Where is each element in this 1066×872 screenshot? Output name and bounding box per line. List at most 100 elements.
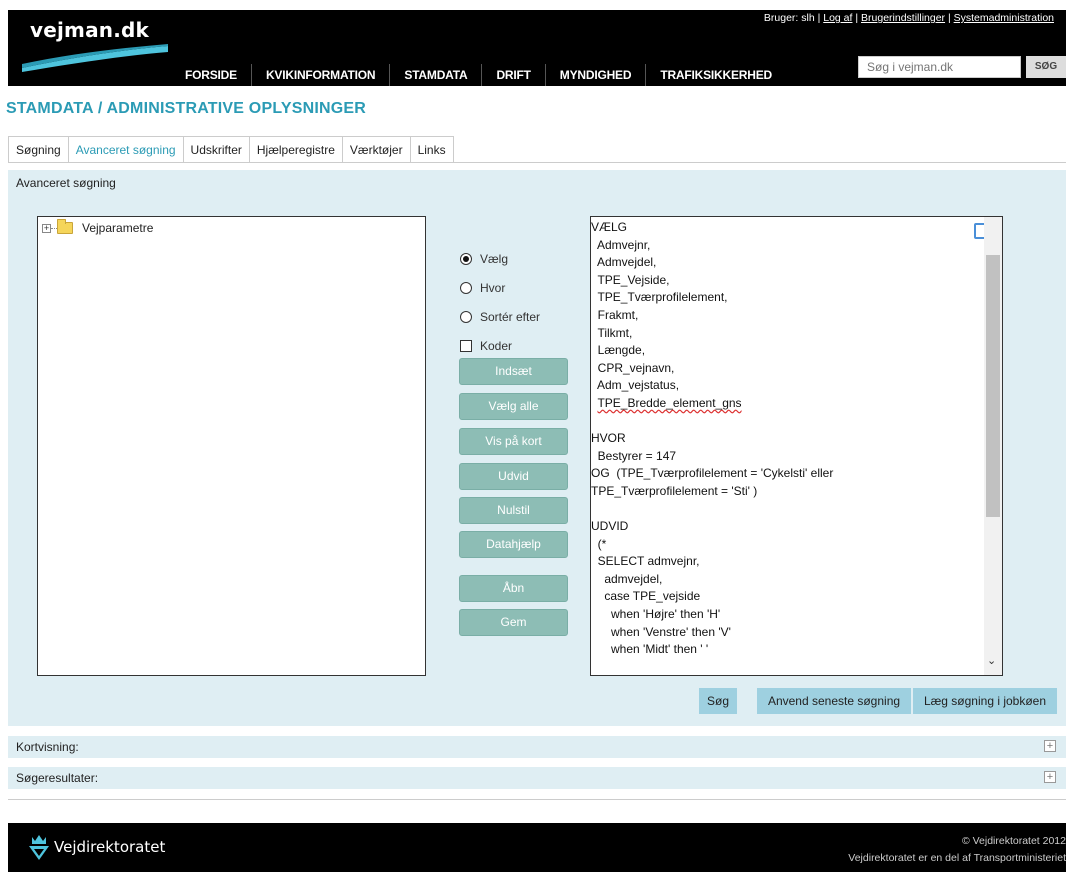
- query-line: OG (TPE_Tværprofilelement = 'Cykelsti' e…: [591, 466, 834, 481]
- tab-avanceret-sogning[interactable]: Avanceret søgning: [67, 136, 183, 163]
- parameter-tree[interactable]: + Vejparametre: [37, 216, 426, 676]
- chevron-down-icon[interactable]: ⌄: [987, 654, 996, 667]
- query-line: SELECT admvejnr,: [591, 554, 700, 569]
- vejdirektoratet-logo[interactable]: Vejdirektoratet: [28, 833, 165, 861]
- tab-bar: Søgning Avanceret søgning Udskrifter Hjæ…: [8, 136, 454, 163]
- query-line: Admvejnr,: [591, 237, 651, 252]
- query-mode-options: Vælg Hvor Sortér efter Koder: [460, 244, 540, 360]
- panel-title: Avanceret søgning: [16, 176, 116, 190]
- anvend-seneste-button[interactable]: Anvend seneste søgning: [757, 688, 911, 714]
- tabs-divider: [8, 162, 1066, 163]
- query-line: Frakmt,: [591, 307, 639, 322]
- query-line: Admvejdel,: [591, 255, 657, 270]
- tab-sogning[interactable]: Søgning: [8, 136, 68, 163]
- query-line: Tilkmt,: [591, 325, 633, 340]
- radio-sorter-efter[interactable]: Sortér efter: [460, 302, 540, 331]
- radio-icon[interactable]: [460, 281, 472, 294]
- nav-stamdata[interactable]: STAMDATA: [389, 64, 481, 86]
- logo-swoosh-icon: [22, 44, 168, 72]
- gem-button[interactable]: Gem: [459, 609, 568, 636]
- expand-plus-icon[interactable]: +: [42, 223, 51, 233]
- tab-vaerktojer[interactable]: Værktøjer: [341, 136, 410, 163]
- section-sogeresultater[interactable]: Søgeresultater: +: [8, 767, 1066, 789]
- jobkoe-button[interactable]: Læg søgning i jobkøen: [913, 688, 1057, 714]
- radio-hvor[interactable]: Hvor: [460, 273, 540, 302]
- query-line: TPE_Tværprofilelement = 'Sti' ): [591, 483, 758, 498]
- query-line: [591, 413, 981, 431]
- radio-vaelg[interactable]: Vælg: [460, 244, 540, 273]
- radio-icon[interactable]: [460, 310, 472, 323]
- query-line: when 'Højre' then 'H': [591, 607, 721, 622]
- query-line: case TPE_vejside: [591, 589, 701, 604]
- checkbox-icon[interactable]: [460, 339, 472, 352]
- section-kortvisning[interactable]: Kortvisning: +: [8, 736, 1066, 758]
- query-line: TPE_Vejside,: [591, 272, 670, 287]
- tab-links[interactable]: Links: [409, 136, 454, 163]
- expand-plus-icon[interactable]: +: [1044, 771, 1056, 783]
- tab-hjaelperegistre[interactable]: Hjælperegistre: [248, 136, 342, 163]
- user-settings-link[interactable]: Brugerindstillinger: [861, 12, 945, 24]
- query-line: when 'Venstre' then 'V': [591, 624, 731, 639]
- vaelg-alle-button[interactable]: Vælg alle: [459, 393, 568, 420]
- vis-paa-kort-button[interactable]: Vis på kort: [459, 428, 568, 455]
- page-title: STAMDATA / ADMINISTRATIVE OPLYSNINGER: [6, 100, 367, 117]
- query-line: TPE_Bredde_element_gns: [597, 395, 742, 410]
- footer-copyright: © Vejdirektoratet 2012: [961, 835, 1066, 847]
- radio-hvor-label: Hvor: [480, 280, 506, 295]
- nav-forside[interactable]: FORSIDE: [171, 64, 251, 86]
- sog-button[interactable]: Søg: [699, 688, 737, 714]
- query-line: admvejdel,: [591, 571, 663, 586]
- query-line: Adm_vejstatus,: [591, 378, 680, 393]
- folder-icon: [57, 219, 73, 234]
- checkbox-koder[interactable]: Koder: [460, 331, 540, 360]
- query-scrollbar[interactable]: ⌄: [984, 217, 1002, 675]
- query-line: UDVID: [591, 519, 629, 534]
- vejman-logo[interactable]: vejman.dk: [30, 18, 149, 42]
- tab-udskrifter[interactable]: Udskrifter: [182, 136, 249, 163]
- query-line: CPR_vejnavn,: [591, 360, 675, 375]
- expand-plus-icon[interactable]: +: [1044, 740, 1056, 752]
- tree-node-label: Vejparametre: [82, 221, 154, 235]
- nav-myndighed[interactable]: MYNDIGHED: [544, 64, 646, 86]
- radio-sorter-label: Sortér efter: [480, 309, 541, 324]
- query-editor[interactable]: VÆLG Admvejnr, Admvejdel, TPE_Vejside, T…: [590, 216, 1003, 676]
- query-text[interactable]: VÆLG Admvejnr, Admvejdel, TPE_Vejside, T…: [591, 219, 981, 659]
- nav-kvikinformation[interactable]: KVIKINFORMATION: [250, 64, 389, 86]
- crown-shield-icon: [29, 835, 49, 860]
- main-nav: FORSIDE KVIKINFORMATION STAMDATA DRIFT M…: [171, 64, 786, 86]
- header: vejman.dk Bruger: slh | Log af | Brugeri…: [8, 10, 1066, 86]
- section-kortvisning-label: Kortvisning:: [16, 740, 79, 754]
- user-label: Bruger: slh |: [763, 12, 821, 24]
- checkbox-koder-label: Koder: [480, 338, 513, 353]
- udvid-button[interactable]: Udvid: [459, 463, 568, 490]
- divider: [8, 799, 1066, 800]
- section-sogeresultater-label: Søgeresultater:: [16, 771, 99, 785]
- nulstil-button[interactable]: Nulstil: [459, 497, 568, 524]
- aabn-button[interactable]: Åbn: [459, 575, 568, 602]
- footer-info: © Vejdirektoratet 2012 Vejdirektoratet e…: [848, 833, 1066, 867]
- datahjaelp-button[interactable]: Datahjælp: [459, 531, 568, 558]
- radio-checked-icon[interactable]: [460, 252, 472, 265]
- indsaet-button[interactable]: Indsæt: [459, 358, 568, 385]
- radio-vaelg-label: Vælg: [480, 251, 509, 266]
- query-line: Bestyrer = 147: [591, 448, 677, 463]
- advanced-search-panel: Avanceret søgning + Vejparametre Vælg Hv…: [8, 170, 1066, 726]
- nav-trafiksikkerhed[interactable]: TRAFIKSIKKERHED: [645, 64, 786, 86]
- tree-node-vejparametre[interactable]: + Vejparametre: [42, 219, 154, 235]
- query-line: (*: [591, 536, 607, 551]
- logout-link[interactable]: Log af: [823, 12, 852, 24]
- site-search-input[interactable]: [858, 56, 1021, 78]
- footer-note: Vejdirektoratet er en del af Transportmi…: [848, 852, 1066, 864]
- nav-drift[interactable]: DRIFT: [481, 64, 544, 86]
- query-line: [591, 501, 981, 519]
- query-line: when 'Midt' then ' ': [591, 642, 709, 657]
- query-line: TPE_Tværprofilelement,: [591, 290, 728, 305]
- footer-logo-text: Vejdirektoratet: [54, 838, 166, 856]
- scroll-thumb[interactable]: [986, 255, 1000, 517]
- query-line: HVOR: [591, 431, 626, 446]
- sysadmin-link[interactable]: Systemadministration: [954, 12, 1054, 24]
- query-line: Længde,: [591, 343, 646, 358]
- user-bar: Bruger: slh | Log af | Brugerindstilling…: [763, 12, 1054, 24]
- footer: Vejdirektoratet © Vejdirektoratet 2012 V…: [8, 823, 1066, 872]
- site-search-button[interactable]: SØG: [1026, 56, 1066, 78]
